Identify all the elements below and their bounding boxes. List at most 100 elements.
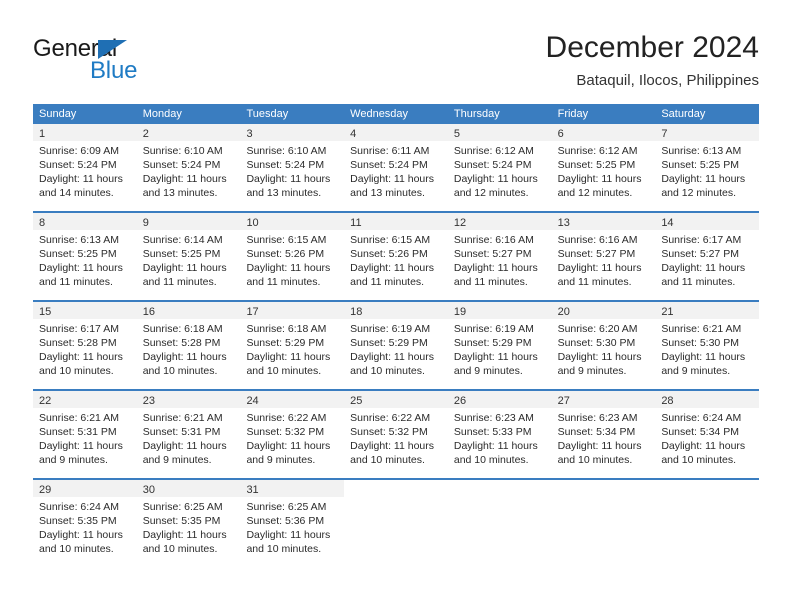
- day-cell[interactable]: 30 Sunrise: 6:25 AM Sunset: 5:35 PM Dayligh…: [136, 480, 241, 560]
- day-cell[interactable]: 9 Sunrise: 6:14 AM Sunset: 5:25 PM Daylight…: [136, 213, 241, 293]
- daylight-text-line1: Daylight: 11 hours: [39, 529, 123, 541]
- sunrise-text: Sunrise: 6:14 AM: [142, 234, 223, 246]
- daylight-text-line2: and 9 minutes.: [246, 454, 316, 466]
- day-cell[interactable]: 18 Sunrise: 6:19 AM Sunset: 5:29 PM Dayligh…: [344, 302, 448, 382]
- day-number-band: 9: [136, 213, 241, 230]
- sunrise-text: Sunrise: 6:17 AM: [661, 234, 742, 246]
- daylight-text-line2: and 12 minutes.: [557, 187, 633, 199]
- sunset-text: Sunset: 5:36 PM: [246, 515, 325, 527]
- day-cell[interactable]: 3 Sunrise: 6:10 AM Sunset: 5:24 PM Daylight…: [240, 124, 345, 204]
- day-details: Sunrise: 6:23 AM Sunset: 5:33 PM Daylight:…: [448, 408, 552, 471]
- day-number: 18: [350, 306, 363, 318]
- day-details: Sunrise: 6:24 AM Sunset: 5:35 PM Daylight:…: [33, 497, 137, 560]
- sunset-text: Sunset: 5:25 PM: [39, 248, 117, 260]
- day-cell[interactable]: 27 Sunrise: 6:23 AM Sunset: 5:34 PM Dayligh…: [551, 391, 656, 471]
- day-cell[interactable]: 23 Sunrise: 6:21 AM Sunset: 5:31 PM Dayligh…: [136, 391, 241, 471]
- day-cell[interactable]: 14 Sunrise: 6:17 AM Sunset: 5:27 PM Dayligh…: [655, 213, 760, 293]
- day-details: Sunrise: 6:19 AM Sunset: 5:29 PM Daylight:…: [448, 319, 552, 382]
- sunrise-text: Sunrise: 6:25 AM: [142, 501, 223, 513]
- day-details: Sunrise: 6:15 AM Sunset: 5:26 PM Daylight:…: [344, 230, 448, 293]
- day-details: Sunrise: 6:12 AM Sunset: 5:25 PM Daylight:…: [552, 141, 656, 204]
- day-details: Sunrise: 6:17 AM Sunset: 5:28 PM Daylight:…: [33, 319, 137, 382]
- sunrise-text: Sunrise: 6:21 AM: [142, 412, 223, 424]
- day-cell[interactable]: 2 Sunrise: 6:10 AM Sunset: 5:24 PM Daylight…: [136, 124, 241, 204]
- day-cell[interactable]: 10 Sunrise: 6:15 AM Sunset: 5:26 PM Dayligh…: [240, 213, 345, 293]
- day-number: 16: [142, 306, 155, 318]
- sunrise-text: Sunrise: 6:25 AM: [246, 501, 327, 513]
- day-cell[interactable]: 12 Sunrise: 6:16 AM Sunset: 5:27 PM Dayligh…: [447, 213, 552, 293]
- day-cell[interactable]: 6 Sunrise: 6:12 AM Sunset: 5:25 PM Daylight…: [551, 124, 656, 204]
- sunset-text: Sunset: 5:27 PM: [453, 248, 532, 260]
- sunrise-text: Sunrise: 6:10 AM: [142, 145, 223, 157]
- day-number: 25: [350, 395, 363, 407]
- day-cell[interactable]: 31 Sunrise: 6:25 AM Sunset: 5:36 PM Dayligh…: [240, 480, 345, 560]
- day-details: Sunrise: 6:19 AM Sunset: 5:29 PM Daylight:…: [344, 319, 448, 382]
- day-number: 13: [557, 217, 570, 229]
- sunset-text: Sunset: 5:25 PM: [557, 159, 636, 171]
- day-number-band: 29: [33, 480, 137, 497]
- calendar-grid: Sunday Monday Tuesday Wednesday Thursday…: [33, 104, 760, 560]
- day-details: Sunrise: 6:18 AM Sunset: 5:29 PM Daylight:…: [240, 319, 344, 382]
- sunrise-text: Sunrise: 6:18 AM: [142, 323, 223, 335]
- daylight-text-line1: Daylight: 11 hours: [246, 351, 331, 363]
- daylight-text-line1: Daylight: 11 hours: [142, 173, 227, 185]
- day-number-band: 31: [240, 480, 345, 497]
- sunrise-text: Sunrise: 6:16 AM: [557, 234, 638, 246]
- day-cell[interactable]: 8 Sunrise: 6:13 AM Sunset: 5:25 PM Daylight…: [33, 213, 137, 293]
- day-number-band: 24: [240, 391, 345, 408]
- day-cell[interactable]: 28 Sunrise: 6:24 AM Sunset: 5:34 PM Dayligh…: [655, 391, 760, 471]
- day-number-band: [344, 480, 448, 497]
- day-details: Sunrise: 6:17 AM Sunset: 5:27 PM Daylight:…: [655, 230, 759, 293]
- day-cell[interactable]: 26 Sunrise: 6:23 AM Sunset: 5:33 PM Dayligh…: [447, 391, 552, 471]
- day-cell[interactable]: 5 Sunrise: 6:12 AM Sunset: 5:24 PM Daylight…: [447, 124, 552, 204]
- day-number: 3: [246, 128, 253, 140]
- daylight-text-line2: and 10 minutes.: [246, 365, 322, 377]
- sunrise-text: Sunrise: 6:10 AM: [246, 145, 327, 157]
- week-row: 22 Sunrise: 6:21 AM Sunset: 5:31 PM Dayligh…: [33, 389, 760, 471]
- day-cell[interactable]: 15 Sunrise: 6:17 AM Sunset: 5:28 PM Dayligh…: [33, 302, 137, 382]
- daylight-text-line1: Daylight: 11 hours: [350, 173, 435, 185]
- day-cell[interactable]: 11 Sunrise: 6:15 AM Sunset: 5:26 PM Dayligh…: [344, 213, 448, 293]
- day-number-band: 21: [655, 302, 760, 319]
- daylight-text-line1: Daylight: 11 hours: [246, 262, 331, 274]
- day-number: 20: [557, 306, 570, 318]
- day-details: Sunrise: 6:16 AM Sunset: 5:27 PM Daylight:…: [448, 230, 552, 293]
- day-number-band: [551, 480, 656, 497]
- day-cell[interactable]: 29 Sunrise: 6:24 AM Sunset: 5:35 PM Dayligh…: [33, 480, 137, 560]
- daylight-text-line1: Daylight: 11 hours: [661, 351, 746, 363]
- day-cell[interactable]: 20 Sunrise: 6:20 AM Sunset: 5:30 PM Dayligh…: [551, 302, 656, 382]
- day-details: Sunrise: 6:14 AM Sunset: 5:25 PM Daylight:…: [137, 230, 241, 293]
- sunset-text: Sunset: 5:26 PM: [246, 248, 325, 260]
- day-cell[interactable]: 21 Sunrise: 6:21 AM Sunset: 5:30 PM Dayligh…: [655, 302, 760, 382]
- sunset-text: Sunset: 5:33 PM: [453, 426, 532, 438]
- daylight-text-line1: Daylight: 11 hours: [350, 351, 435, 363]
- daylight-text-line2: and 10 minutes.: [453, 454, 529, 466]
- day-cell[interactable]: 16 Sunrise: 6:18 AM Sunset: 5:28 PM Dayligh…: [136, 302, 241, 382]
- daylight-text-line2: and 9 minutes.: [661, 365, 731, 377]
- day-cell[interactable]: 13 Sunrise: 6:16 AM Sunset: 5:27 PM Dayligh…: [551, 213, 656, 293]
- day-cell[interactable]: 17 Sunrise: 6:18 AM Sunset: 5:29 PM Dayligh…: [240, 302, 345, 382]
- general-blue-logo[interactable]: General Blue: [33, 36, 233, 94]
- day-number: 19: [453, 306, 467, 318]
- day-cell[interactable]: 25 Sunrise: 6:22 AM Sunset: 5:32 PM Dayligh…: [344, 391, 448, 471]
- sunrise-text: Sunrise: 6:24 AM: [39, 501, 119, 513]
- sunrise-text: Sunrise: 6:12 AM: [557, 145, 638, 157]
- day-cell[interactable]: 24 Sunrise: 6:22 AM Sunset: 5:32 PM Dayligh…: [240, 391, 345, 471]
- day-details: Sunrise: 6:09 AM Sunset: 5:24 PM Daylight:…: [33, 141, 137, 204]
- day-details: Sunrise: 6:10 AM Sunset: 5:24 PM Daylight:…: [137, 141, 241, 204]
- day-cell[interactable]: 19 Sunrise: 6:19 AM Sunset: 5:29 PM Dayligh…: [447, 302, 552, 382]
- sunset-text: Sunset: 5:27 PM: [557, 248, 636, 260]
- sunrise-text: Sunrise: 6:15 AM: [246, 234, 327, 246]
- day-cell[interactable]: 1 Sunrise: 6:09 AM Sunset: 5:24 PM Daylight…: [33, 124, 137, 204]
- day-cell[interactable]: 4 Sunrise: 6:11 AM Sunset: 5:24 PM Daylight…: [344, 124, 448, 204]
- sunset-text: Sunset: 5:29 PM: [246, 337, 325, 349]
- day-cell[interactable]: 22 Sunrise: 6:21 AM Sunset: 5:31 PM Dayligh…: [33, 391, 137, 471]
- daylight-text-line2: and 12 minutes.: [661, 187, 737, 199]
- sunrise-text: Sunrise: 6:21 AM: [39, 412, 119, 424]
- day-number: 5: [453, 128, 460, 140]
- day-cell-empty: [655, 480, 760, 560]
- day-details: Sunrise: 6:12 AM Sunset: 5:24 PM Daylight:…: [448, 141, 552, 204]
- day-cell[interactable]: 7 Sunrise: 6:13 AM Sunset: 5:25 PM Daylight…: [655, 124, 760, 204]
- day-number: 26: [453, 395, 467, 407]
- daylight-text-line1: Daylight: 11 hours: [661, 440, 746, 452]
